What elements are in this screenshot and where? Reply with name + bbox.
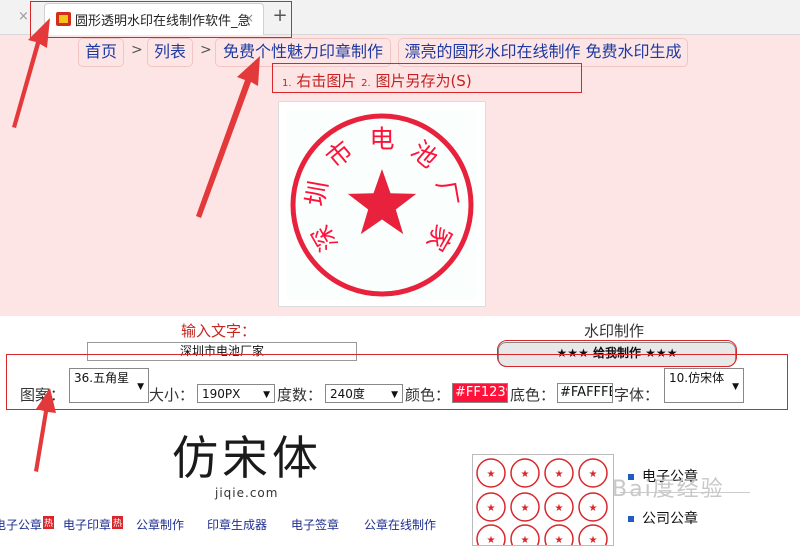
degree-label: 度数： xyxy=(277,386,323,404)
font-label: 字体： xyxy=(614,386,660,404)
stamp-samples-grid[interactable]: ★ ★ ★ ★ ★ ★ ★ ★ ★ ★ ★ ★ xyxy=(473,455,613,549)
bg-color-label: 底色： xyxy=(510,386,556,404)
nav-home-link[interactable]: 首页 xyxy=(78,38,124,67)
stamp-image-frame[interactable]: 深圳市电池厂家 xyxy=(278,101,486,307)
breadcrumb-separator: > xyxy=(131,42,143,58)
watermark-make-label: 水印制作 xyxy=(584,322,645,340)
sample-star-icon: ★ xyxy=(589,535,598,545)
bullet-icon xyxy=(628,516,634,522)
font-select-value: 10.仿宋体 xyxy=(669,371,725,385)
stamp-char: 家 xyxy=(420,220,458,256)
star-icon xyxy=(347,169,417,235)
size-select[interactable]: 190PX ▼ xyxy=(197,384,275,403)
bottom-link[interactable]: 印章生成器 xyxy=(207,516,267,533)
stamp-char: 圳 xyxy=(301,179,334,209)
font-select[interactable]: 10.仿宋体 ▼ xyxy=(664,368,744,403)
side-link-company-seal[interactable]: 公司公章 xyxy=(628,508,698,528)
bottom-link[interactable]: 电子公章热 xyxy=(0,516,55,533)
degree-select[interactable]: 240度 ▼ xyxy=(325,384,403,403)
side-link-text: 公司公章 xyxy=(642,511,698,527)
sample-star-icon: ★ xyxy=(487,469,496,480)
input-text-label: 输入文字： xyxy=(181,322,257,340)
stamp-char: 电 xyxy=(369,125,394,154)
highlight-box-tab xyxy=(30,1,292,38)
breadcrumb-separator: > xyxy=(200,42,212,58)
bottom-link[interactable]: 公章在线制作 xyxy=(364,516,436,533)
link-text: 电子印章 xyxy=(63,518,112,532)
hot-badge: 热 xyxy=(112,516,124,529)
sample-star-icon: ★ xyxy=(555,503,564,514)
bg-color-input[interactable]: #FAFFFE xyxy=(557,383,613,403)
size-select-value: 190PX xyxy=(202,387,241,401)
stamp-char: 深 xyxy=(306,220,344,256)
font-preview-title: 仿宋体 xyxy=(172,431,322,485)
pattern-select-value: 36.五角星 xyxy=(74,371,130,385)
sample-star-icon: ★ xyxy=(521,535,530,545)
stamp-samples-panel[interactable]: ★ ★ ★ ★ ★ ★ ★ ★ ★ ★ ★ ★ xyxy=(472,454,614,549)
bottom-link[interactable]: 电子印章热 xyxy=(63,516,124,533)
sample-star-icon: ★ xyxy=(521,503,530,514)
sample-star-icon: ★ xyxy=(589,503,598,514)
pattern-label: 图案： xyxy=(20,386,66,404)
stamp-char: 池 xyxy=(405,135,443,173)
stamp-image[interactable]: 深圳市电池厂家 xyxy=(287,110,477,300)
degree-select-value: 240度 xyxy=(330,387,365,401)
stamp-char: 市 xyxy=(321,135,359,173)
highlight-box-button xyxy=(497,340,737,367)
bottom-link[interactable]: 电子签章 xyxy=(291,516,339,533)
sample-star-icon: ★ xyxy=(487,535,496,545)
sample-star-icon: ★ xyxy=(487,503,496,514)
round-stamp: 深圳市电池厂家 xyxy=(290,113,474,297)
size-label: 大小： xyxy=(149,386,195,404)
hot-badge: 热 xyxy=(43,516,55,529)
sample-star-icon: ★ xyxy=(555,535,564,545)
sample-star-icon: ★ xyxy=(589,469,598,480)
stamp-char: 厂 xyxy=(431,179,464,209)
color-label: 颜色： xyxy=(405,386,451,404)
font-preview-site: jiqie.com xyxy=(215,486,279,500)
dropdown-arrow-icon: ▼ xyxy=(137,381,144,392)
highlight-box-instructions xyxy=(272,63,582,93)
dropdown-arrow-icon: ▼ xyxy=(732,381,739,392)
dropdown-arrow-icon: ▼ xyxy=(391,389,398,400)
previous-tab-close-icon[interactable]: × xyxy=(18,9,29,24)
nav-list-link[interactable]: 列表 xyxy=(147,38,193,67)
color-input[interactable]: #FF1239 xyxy=(452,383,508,403)
link-text: 电子公章 xyxy=(0,518,43,532)
baidu-jingyan-watermark: Bai度经验 xyxy=(612,477,725,502)
pattern-select[interactable]: 36.五角星 ▼ xyxy=(69,368,149,403)
sample-star-icon: ★ xyxy=(521,469,530,480)
sample-star-icon: ★ xyxy=(555,469,564,480)
dropdown-arrow-icon: ▼ xyxy=(263,389,270,400)
bottom-link[interactable]: 公章制作 xyxy=(136,516,184,533)
